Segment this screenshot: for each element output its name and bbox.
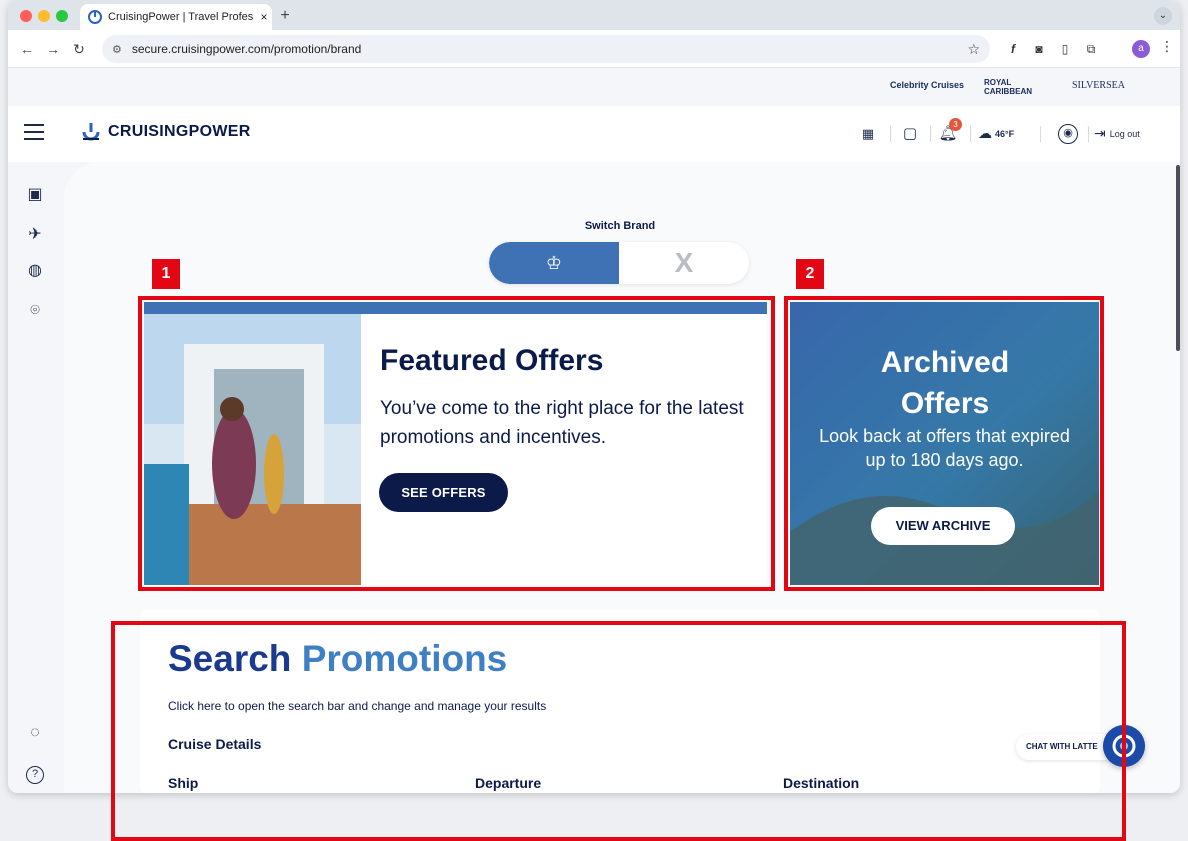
left-nav-rail: ▣ ✈ ◍ ⌾ ◌ ?	[8, 162, 64, 793]
royal-caribbean-logo[interactable]: ROYAL CARIBBEAN	[984, 78, 1054, 96]
hamburger-menu-icon[interactable]	[24, 124, 44, 140]
user-account-icon[interactable]: ◉	[1058, 124, 1078, 144]
tab-close-icon[interactable]: ×	[256, 10, 272, 24]
maximize-window-button[interactable]	[56, 10, 68, 22]
close-window-button[interactable]	[20, 10, 32, 22]
ship-field-label: Ship	[168, 775, 199, 791]
calendar-add-icon[interactable]: ▣	[24, 184, 46, 206]
featured-offers-text: You’ve come to the right place for the l…	[380, 398, 744, 448]
archived-offers-title: Archived Offers	[880, 346, 1010, 420]
messages-icon[interactable]: ▢	[900, 124, 920, 144]
search-promotions-section: Search Promotions Click here to open the…	[140, 610, 1100, 793]
url-text: secure.cruisingpower.com/promotion/brand	[131, 42, 362, 56]
divider	[890, 126, 891, 142]
chat-with-latte-label[interactable]: CHAT WITH LATTE	[1016, 734, 1116, 760]
divider	[1088, 126, 1089, 142]
notification-count-badge: 3	[949, 118, 962, 131]
apps-grid-icon[interactable]: ▦	[858, 124, 878, 144]
royal-caribbean-brand-option[interactable]: ♔	[489, 242, 619, 284]
tab-search-button[interactable]: ⌄	[1154, 7, 1172, 25]
divider	[1040, 126, 1041, 142]
site-info-icon[interactable]: ⚙	[112, 43, 122, 56]
tab-strip: CruisingPower | Travel Profes × + ⌄	[8, 0, 1180, 30]
open-search-hint[interactable]: Click here to open the search bar and ch…	[168, 699, 546, 713]
search-promotions-title: Search Promotions	[168, 638, 507, 680]
featured-offers-card: Featured Offers You’ve come to the right…	[144, 302, 767, 585]
reload-button[interactable]: ↻	[68, 38, 90, 60]
back-button[interactable]: ←	[16, 38, 38, 60]
silversea-logo[interactable]: SILVERSEA	[1072, 80, 1125, 91]
weather-widget[interactable]: ☁ 46°F	[978, 125, 1014, 142]
departure-field-label: Departure	[475, 775, 542, 791]
cruise-details-heading: Cruise Details	[168, 736, 262, 752]
globe-icon[interactable]: ◍	[24, 260, 46, 282]
featured-offers-title: Featured Offers	[380, 344, 604, 377]
browser-toolbar: ← → ↻ ⚙ secure.cruisingpower.com/promoti…	[8, 30, 1180, 68]
forward-button[interactable]: →	[42, 38, 64, 60]
annotation-label-1: 1	[152, 259, 180, 289]
celebrity-x-icon: X	[674, 247, 694, 278]
archived-offers-card: Archived Offers Look back at offers that…	[790, 302, 1099, 585]
divider	[970, 126, 971, 142]
chat-bubble-icon[interactable]: ◌	[24, 722, 46, 744]
brand-logos-strip: Celebrity Cruises ROYAL CARIBBEAN SILVER…	[8, 68, 1180, 106]
tab-title: CruisingPower | Travel Profes	[108, 11, 254, 23]
minimize-window-button[interactable]	[38, 10, 50, 22]
annotation-label-2: 2	[796, 259, 824, 289]
destination-field-label: Destination	[783, 775, 860, 791]
new-tab-button[interactable]: +	[272, 4, 298, 28]
see-offers-button[interactable]: SEE OFFERS	[379, 473, 508, 512]
browser-tab[interactable]: CruisingPower | Travel Profes ×	[80, 4, 272, 30]
logo-icon	[82, 123, 100, 141]
notifications-bell-icon[interactable]: 🔔︎ 3	[938, 118, 962, 144]
temperature: 46°F	[995, 128, 1015, 139]
cloud-icon: ☁	[978, 125, 992, 141]
cruisingpower-favicon-icon	[88, 10, 102, 24]
address-bar[interactable]: ⚙ secure.cruisingpower.com/promotion/bra…	[102, 35, 990, 63]
help-icon[interactable]: ?	[26, 766, 44, 784]
side-panel-icon[interactable]: ▯	[1056, 40, 1074, 58]
bookmark-star-icon[interactable]: ☆	[967, 41, 980, 58]
title-part-promotions: Promotions	[301, 638, 508, 679]
card-accent-bar	[144, 302, 767, 314]
chat-assistant-icon[interactable]	[1103, 725, 1145, 767]
extension-f-icon[interactable]: f	[1004, 40, 1022, 58]
logout-label: Log out	[1109, 128, 1140, 139]
divider	[930, 126, 931, 142]
camera-extension-icon[interactable]: ◙	[1030, 40, 1048, 58]
brand-toggle[interactable]: ♔ X	[489, 242, 749, 284]
logout-icon: ⇥	[1094, 125, 1106, 141]
featured-photo	[144, 314, 361, 585]
browser-menu-icon[interactable]: ⋮	[1160, 38, 1174, 55]
logo-text: CRUISINGPOWER	[108, 123, 251, 140]
archived-offers-text: Look back at offers that expired up to 1…	[819, 426, 1070, 470]
celebrity-brand-option[interactable]: X	[619, 242, 749, 284]
page-scrollbar[interactable]	[1176, 165, 1180, 351]
celebrity-cruises-logo[interactable]: Celebrity Cruises	[890, 80, 964, 90]
view-archive-button[interactable]: VIEW ARCHIVE	[871, 507, 1015, 545]
airplane-icon[interactable]: ✈	[24, 224, 46, 246]
location-pin-icon[interactable]: ⌾	[24, 300, 46, 322]
profile-avatar[interactable]: a	[1132, 40, 1150, 58]
switch-brand-label: Switch Brand	[584, 220, 656, 232]
site-header: CRUISINGPOWER ▦ ▢ 🔔︎ 3 ☁ 46°F ◉ ⇥ Log out	[8, 106, 1180, 162]
title-part-search: Search	[168, 638, 292, 679]
cruisingpower-logo[interactable]: CRUISINGPOWER	[80, 121, 251, 143]
extensions-puzzle-icon[interactable]: ⧉	[1082, 40, 1100, 58]
crown-anchor-icon: ♔	[545, 253, 563, 273]
logout-button[interactable]: ⇥ Log out	[1094, 125, 1140, 142]
